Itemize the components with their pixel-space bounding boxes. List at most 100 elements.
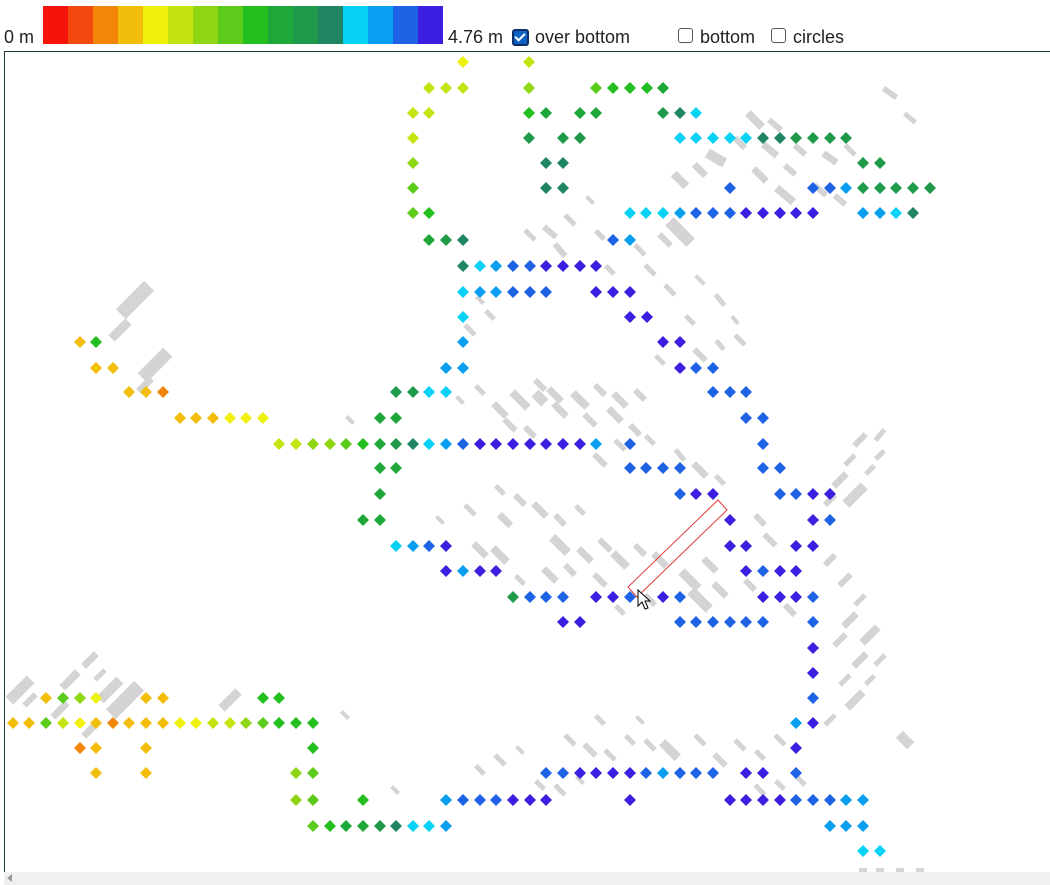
depth-point [457,362,469,374]
grey-mark [502,417,518,433]
depth-point [507,260,519,272]
grey-mark [533,778,547,792]
selection-rectangle[interactable] [627,499,728,598]
grey-mark [627,422,643,438]
depth-point [207,412,219,424]
depth-point [890,182,902,194]
depth-point [807,514,819,526]
depth-point [440,82,452,94]
grey-mark [895,730,915,750]
depth-point [857,845,869,857]
depth-point [157,692,169,704]
depth-point [307,794,319,806]
depth-point [390,412,402,424]
depth-point [390,438,402,450]
depth-point [724,616,736,628]
toolbar: 0 m 4.76 m over bottom bottom circles [0,0,1050,50]
grey-mark [541,224,559,240]
depth-point [407,107,419,119]
depth-point [757,565,769,577]
depth-point [707,362,719,374]
depth-point [857,820,869,832]
depth-point [490,286,502,298]
depth-point [774,794,786,806]
depth-point [641,82,653,94]
scale-swatch [93,6,118,44]
depth-point [357,514,369,526]
grey-mark [852,432,868,448]
depth-point [574,438,586,450]
grey-mark [691,461,709,479]
depth-point [624,234,636,246]
over-bottom-label[interactable]: over bottom [535,26,630,48]
grey-mark [435,515,445,525]
scale-swatch [218,6,243,44]
grey-mark [496,511,514,529]
scroll-left-arrow-icon[interactable] [7,874,12,882]
grey-mark [670,170,690,190]
depth-point [857,794,869,806]
depth-point [523,107,535,119]
depth-point [807,616,819,628]
depth-point [540,794,552,806]
depth-point [707,207,719,219]
depth-point [507,591,519,603]
depth-point [457,82,469,94]
grey-mark [712,752,728,768]
depth-point [57,692,69,704]
depth-point [307,767,319,779]
depth-point [190,717,202,729]
grey-mark [714,338,726,352]
depth-point [740,386,752,398]
grey-mark [491,401,509,419]
depth-point [74,742,86,754]
depth-point [757,207,769,219]
depth-point [674,591,686,603]
depth-point [724,540,736,552]
depth-point [140,767,152,779]
horizontal-scrollbar[interactable] [4,872,1050,885]
bottom-label[interactable]: bottom [700,26,755,48]
grey-mark [585,195,595,205]
grey-mark [843,143,857,157]
grey-mark [611,391,629,409]
scale-swatch [43,6,68,44]
grey-mark [515,745,525,755]
depth-point [840,820,852,832]
map-viewport[interactable] [4,51,1050,885]
depth-point [524,260,536,272]
grey-mark [592,452,608,468]
depth-point [207,717,219,729]
grey-mark [493,483,507,497]
grey-mark [843,453,857,467]
depth-point [307,717,319,729]
grey-mark [473,383,487,397]
depth-point [357,794,369,806]
grey-mark [551,401,569,419]
over-bottom-checkbox[interactable] [512,29,529,46]
depth-point [807,667,819,679]
depth-point [74,692,86,704]
bottom-checkbox[interactable] [678,28,693,43]
depth-point [824,132,836,144]
depth-point [740,540,752,552]
circles-checkbox[interactable] [771,28,786,43]
grey-mark [570,390,590,410]
depth-point [357,820,369,832]
grey-mark [552,241,568,259]
grey-mark [532,377,548,393]
depth-point [440,820,452,832]
depth-map[interactable] [4,51,1050,885]
circles-label[interactable]: circles [793,26,844,48]
depth-point [757,132,769,144]
depth-point [423,540,435,552]
grey-mark [623,733,637,747]
depth-point [390,462,402,474]
grey-mark [701,556,719,574]
depth-point [907,207,919,219]
depth-point [557,157,569,169]
depth-point [590,767,602,779]
grey-mark [593,228,607,242]
depth-point [457,311,469,323]
depth-point [790,540,802,552]
